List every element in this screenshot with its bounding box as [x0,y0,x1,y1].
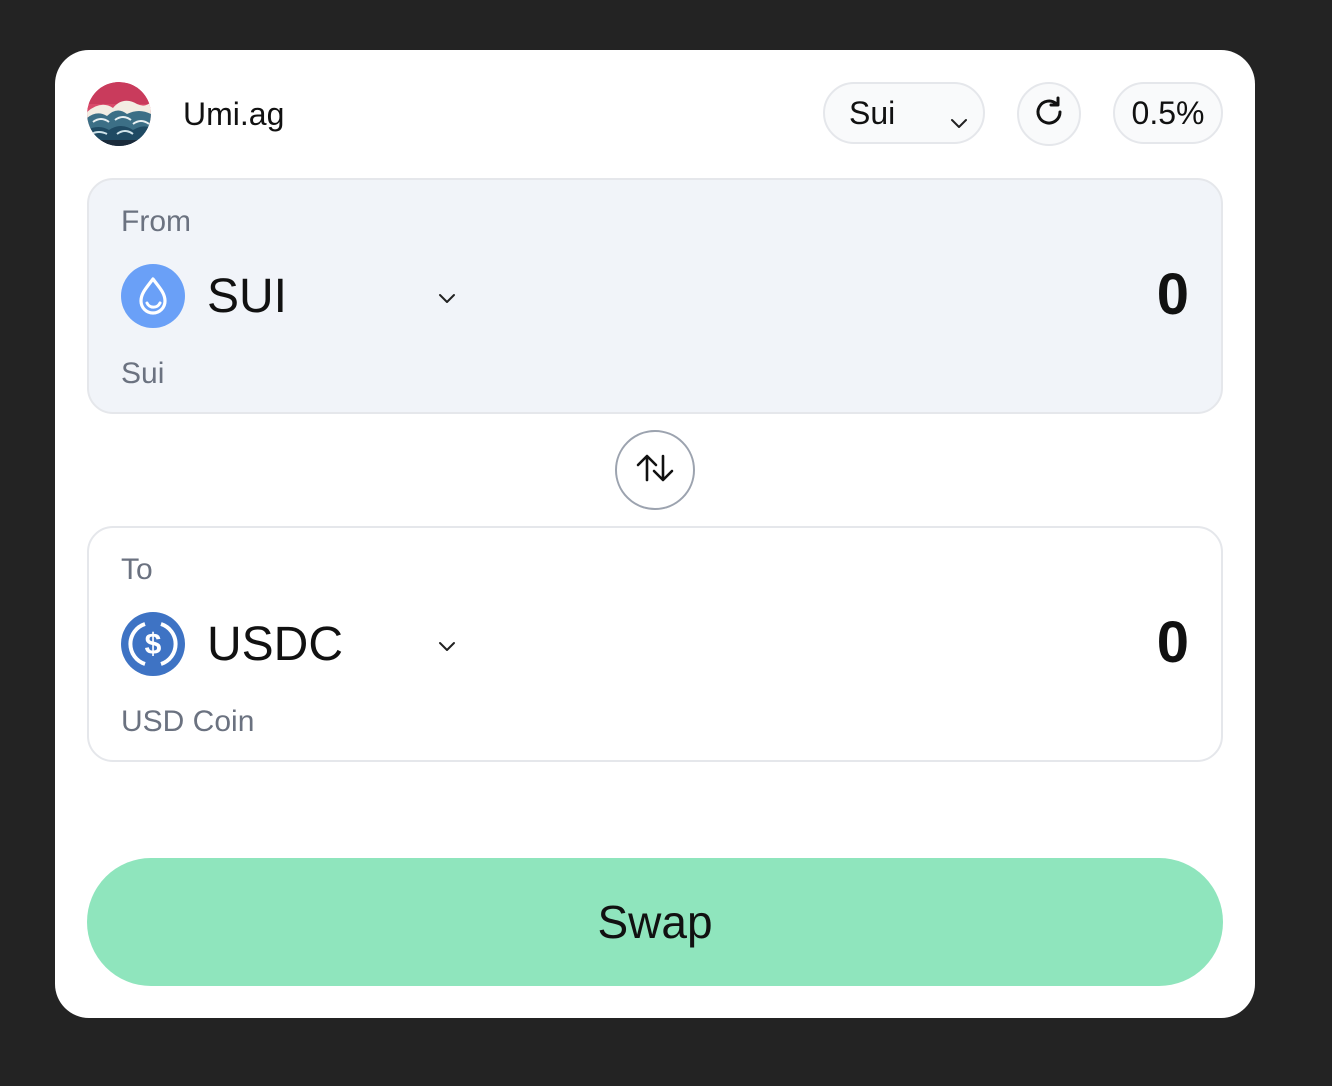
refresh-button[interactable] [1017,82,1081,146]
from-token-name: Sui [121,357,165,390]
network-select[interactable]: Sui [823,82,985,144]
to-panel: To $ USDC USD Coin [87,526,1223,762]
network-select-value: Sui [849,94,896,131]
usdc-icon: $ [121,612,185,676]
to-token-name: USD Coin [121,705,255,738]
to-token-select[interactable]: $ USDC [121,612,471,676]
sui-drop-icon [121,264,185,328]
chevron-down-icon [437,288,457,313]
great-wave-logo-icon [87,82,151,146]
swap-card: Umi.ag Sui 0.5% From SUI 0 Sui To $ USDC… [55,50,1255,1018]
arrows-up-down-icon [633,452,677,489]
from-panel: From SUI Sui [87,178,1223,414]
swap-button[interactable]: Swap [87,858,1223,986]
from-label: From [121,205,191,238]
slippage-value: 0.5% [1131,94,1205,131]
swap-button-label: Swap [597,896,713,948]
from-token-select[interactable]: SUI [121,264,471,328]
slippage-button[interactable]: 0.5% [1113,82,1223,144]
to-token-symbol: USDC [207,618,344,671]
switch-direction-button[interactable] [615,430,695,510]
from-amount-input[interactable] [789,262,1189,328]
chevron-down-icon [949,104,969,141]
svg-text:$: $ [145,628,162,661]
refresh-icon [1031,94,1067,135]
to-amount-input[interactable] [789,610,1189,676]
from-token-symbol: SUI [207,270,288,323]
chevron-down-icon [437,636,457,661]
brand-name: Umi.ag [183,96,285,132]
to-label: To [121,553,153,586]
